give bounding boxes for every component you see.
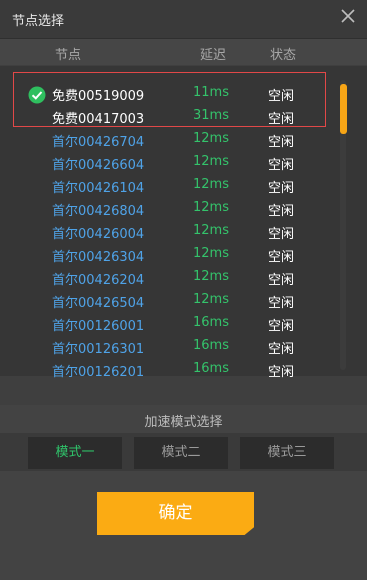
node-status: 空闲 (268, 365, 295, 380)
header-node: 节点 (55, 48, 82, 63)
node-status: 空闲 (268, 227, 295, 242)
node-latency: 12ms (193, 223, 229, 238)
node-row[interactable]: 首尔00426704 12ms 空闲 (0, 127, 330, 150)
node-row[interactable]: 免费00417003 31ms 空闲 (0, 104, 330, 127)
node-latency: 12ms (193, 131, 229, 146)
node-latency: 12ms (193, 177, 229, 192)
node-row[interactable]: 首尔00426104 12ms 空闲 (0, 173, 330, 196)
node-name: 首尔00426704 (52, 135, 145, 150)
node-row[interactable]: 首尔00126201 16ms 空闲 (0, 357, 330, 380)
node-status: 空闲 (268, 273, 295, 288)
node-latency: 12ms (193, 246, 229, 261)
node-latency: 31ms (193, 108, 229, 123)
mode-button[interactable]: 模式二 (134, 437, 228, 469)
node-status: 空闲 (268, 89, 295, 104)
node-name: 首尔00426104 (52, 181, 145, 196)
node-status: 空闲 (268, 296, 295, 311)
node-name: 首尔00126201 (52, 365, 145, 380)
mode-button[interactable]: 模式一 (28, 437, 122, 469)
node-status: 空闲 (268, 135, 295, 150)
node-list[interactable]: 免费00519009 11ms 空闲 免费00417003 31ms 空闲 首尔004267… (0, 66, 367, 380)
node-status: 空闲 (268, 250, 295, 265)
window-title: 节点选择 (12, 14, 65, 29)
node-latency: 12ms (193, 292, 229, 307)
node-name: 首尔00126001 (52, 319, 145, 334)
node-status: 空闲 (268, 342, 295, 357)
node-latency: 12ms (193, 154, 229, 169)
mode-selector: 模式一 模式二 模式三 (0, 433, 367, 471)
node-latency: 16ms (193, 338, 229, 353)
header-status: 状态 (270, 48, 297, 63)
mode-button[interactable]: 模式三 (240, 437, 334, 469)
node-latency: 11ms (193, 85, 229, 100)
node-status: 空闲 (268, 204, 295, 219)
header-latency: 延迟 (200, 48, 227, 63)
node-row[interactable]: 首尔00426804 12ms 空闲 (0, 196, 330, 219)
node-name: 首尔00426204 (52, 273, 145, 288)
node-name: 首尔00426804 (52, 204, 145, 219)
node-name: 首尔00426504 (52, 296, 145, 311)
node-row[interactable]: 首尔00426304 12ms 空闲 (0, 242, 330, 265)
confirm-button[interactable]: 确定 (97, 492, 254, 535)
title-bar: 节点选择 (0, 0, 367, 39)
node-name: 首尔00426604 (52, 158, 145, 173)
scrollbar-thumb[interactable] (340, 84, 347, 134)
node-row[interactable]: 首尔00126001 16ms 空闲 (0, 311, 330, 334)
node-name: 首尔00426304 (52, 250, 145, 265)
node-latency: 12ms (193, 200, 229, 215)
mode-section: 加速模式选择 模式一 模式二 模式三 确定 (0, 405, 367, 580)
node-row[interactable]: 首尔00426004 12ms 空闲 (0, 219, 330, 242)
node-name: 免费00417003 (52, 112, 145, 127)
node-status: 空闲 (268, 181, 295, 196)
node-row[interactable]: 免费00519009 11ms 空闲 (0, 81, 330, 104)
node-row[interactable]: 首尔00426504 12ms 空闲 (0, 288, 330, 311)
node-status: 空闲 (268, 319, 295, 334)
node-status: 空闲 (268, 158, 295, 173)
node-latency: 16ms (193, 315, 229, 330)
node-latency: 12ms (193, 269, 229, 284)
node-latency: 16ms (193, 361, 229, 376)
node-name: 首尔00426004 (52, 227, 145, 242)
node-row[interactable]: 首尔00426204 12ms 空闲 (0, 265, 330, 288)
close-icon[interactable] (339, 7, 357, 25)
node-row[interactable]: 首尔00426604 12ms 空闲 (0, 150, 330, 173)
node-name: 首尔00126301 (52, 342, 145, 357)
mode-title: 加速模式选择 (144, 415, 223, 430)
list-header: 节点 延迟 状态 (0, 39, 367, 65)
node-status: 空闲 (268, 112, 295, 127)
node-name: 免费00519009 (52, 89, 145, 104)
node-row[interactable]: 首尔00126301 16ms 空闲 (0, 334, 330, 357)
